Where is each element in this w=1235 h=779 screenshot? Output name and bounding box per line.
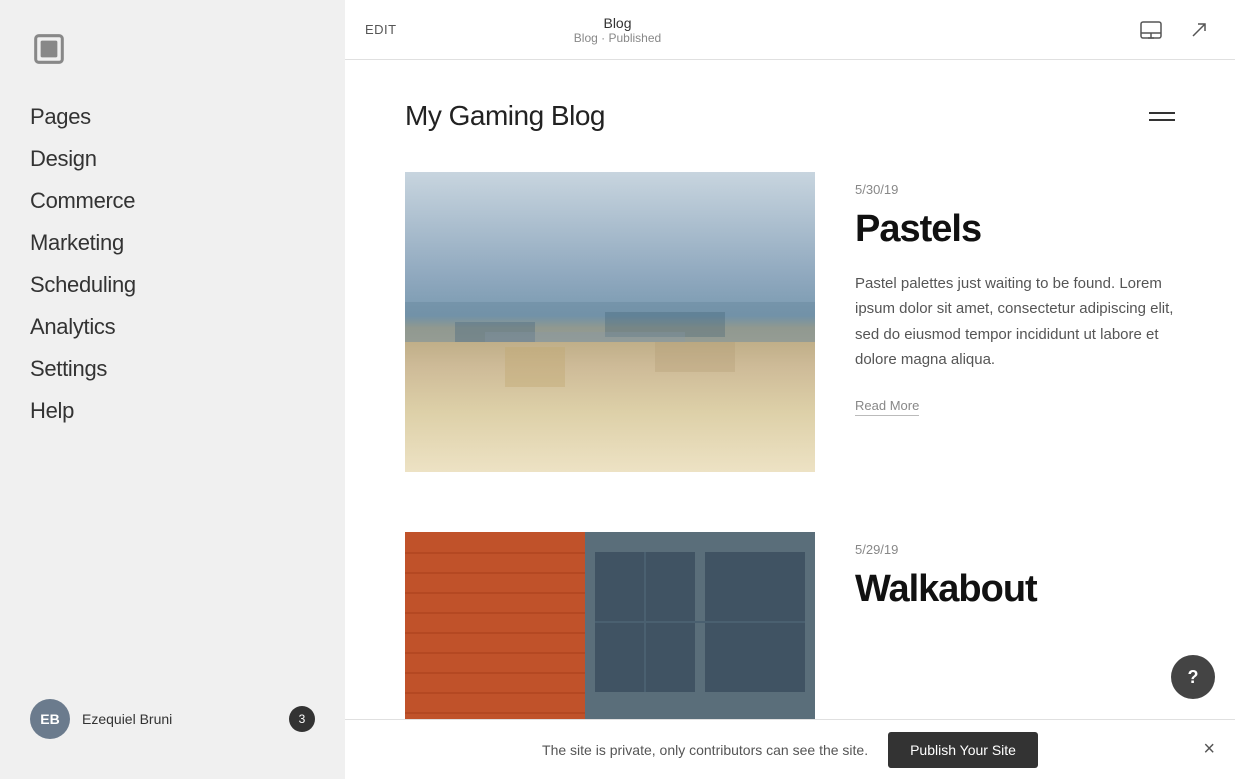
- privacy-notice: The site is private, only contributors c…: [542, 742, 868, 758]
- top-bar-left: EDIT: [365, 22, 397, 37]
- page-status: Blog · Published: [574, 31, 661, 45]
- post-excerpt-pastels: Pastel palettes just waiting to be found…: [855, 271, 1175, 373]
- page-title: Blog: [574, 15, 661, 31]
- sidebar-nav: Pages Design Commerce Marketing Scheduli…: [0, 98, 345, 679]
- top-bar-actions: [1135, 14, 1215, 46]
- sidebar-item-marketing[interactable]: Marketing: [30, 224, 315, 262]
- post-image-walkabout: [405, 532, 815, 719]
- user-name: Ezequiel Bruni: [82, 711, 172, 727]
- sidebar-item-settings[interactable]: Settings: [30, 350, 315, 388]
- publish-button[interactable]: Publish Your Site: [888, 732, 1038, 768]
- blog-post-pastels: 5/30/19 Pastels Pastel palettes just wai…: [405, 172, 1175, 472]
- top-bar: EDIT Blog Blog · Published: [345, 0, 1235, 60]
- blog-title: My Gaming Blog: [405, 100, 605, 132]
- sidebar: Pages Design Commerce Marketing Scheduli…: [0, 0, 345, 779]
- menu-line-1: [1149, 112, 1175, 114]
- user-profile[interactable]: EB Ezequiel Bruni: [30, 699, 172, 739]
- pastels-image: [405, 172, 815, 472]
- post-title-pastels: Pastels: [855, 209, 1175, 251]
- menu-icon[interactable]: [1149, 112, 1175, 121]
- sidebar-footer: EB Ezequiel Bruni 3: [0, 679, 345, 759]
- sidebar-item-pages[interactable]: Pages: [30, 98, 315, 136]
- top-bar-center: Blog Blog · Published: [574, 15, 661, 45]
- close-button[interactable]: ×: [1203, 738, 1215, 761]
- post-date-walkabout: 5/29/19: [855, 542, 1175, 557]
- external-link-icon[interactable]: [1183, 14, 1215, 46]
- sidebar-logo: [0, 20, 345, 98]
- device-toggle-icon[interactable]: [1135, 14, 1167, 46]
- avatar: EB: [30, 699, 70, 739]
- notification-badge[interactable]: 3: [289, 706, 315, 732]
- post-title-walkabout: Walkabout: [855, 569, 1175, 611]
- content-area[interactable]: My Gaming Blog: [345, 60, 1235, 719]
- squarespace-logo[interactable]: [30, 30, 68, 68]
- sidebar-item-design[interactable]: Design: [30, 140, 315, 178]
- blog-header: My Gaming Blog: [345, 60, 1235, 152]
- bottom-bar: The site is private, only contributors c…: [345, 719, 1235, 779]
- post-content-walkabout: 5/29/19 Walkabout: [855, 532, 1175, 631]
- sidebar-item-help[interactable]: Help: [30, 392, 315, 430]
- sidebar-item-commerce[interactable]: Commerce: [30, 182, 315, 220]
- walkabout-image: [405, 532, 815, 719]
- post-date-pastels: 5/30/19: [855, 182, 1175, 197]
- blog-posts-list: 5/30/19 Pastels Pastel palettes just wai…: [345, 152, 1235, 719]
- blog-post-walkabout: 5/29/19 Walkabout: [405, 532, 1175, 719]
- menu-line-2: [1149, 119, 1175, 121]
- post-image-pastels: [405, 172, 815, 472]
- post-content-pastels: 5/30/19 Pastels Pastel palettes just wai…: [855, 172, 1175, 416]
- read-more-pastels[interactable]: Read More: [855, 398, 919, 416]
- sidebar-item-analytics[interactable]: Analytics: [30, 308, 315, 346]
- edit-button[interactable]: EDIT: [365, 22, 397, 37]
- help-button[interactable]: ?: [1171, 655, 1215, 699]
- right-panel: EDIT Blog Blog · Published: [345, 0, 1235, 779]
- sidebar-item-scheduling[interactable]: Scheduling: [30, 266, 315, 304]
